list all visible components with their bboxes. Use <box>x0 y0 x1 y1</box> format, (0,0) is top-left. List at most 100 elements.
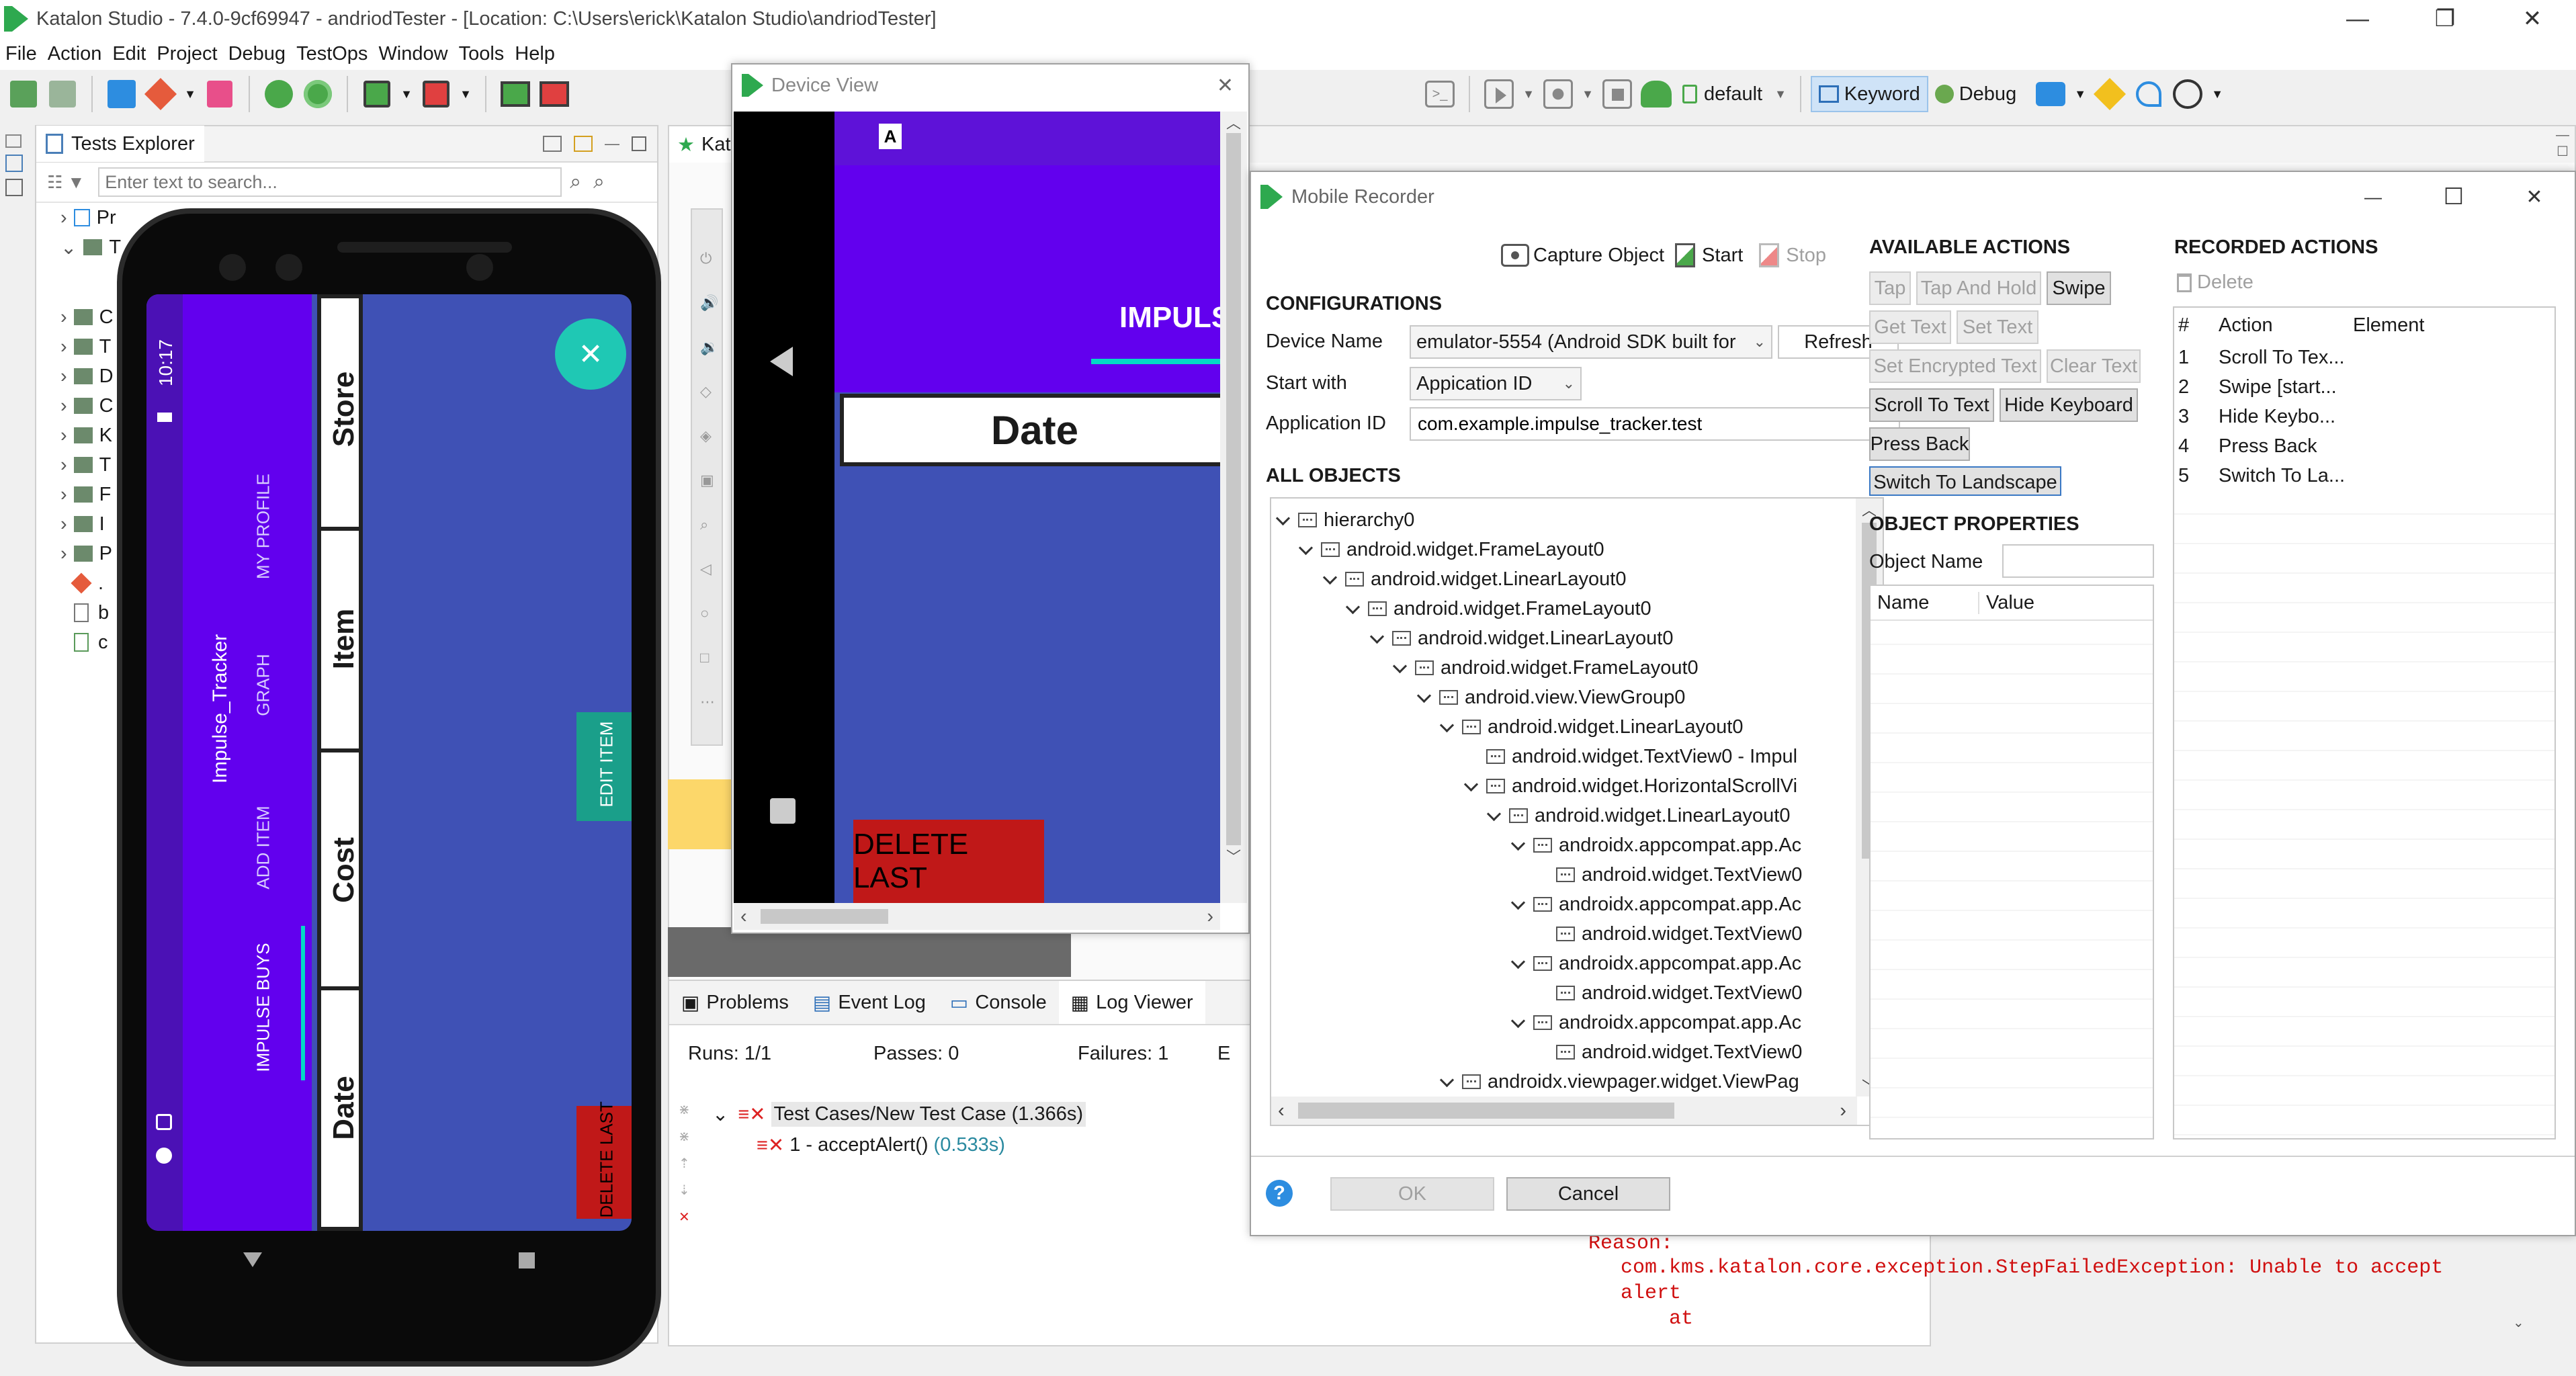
restore-view-icon[interactable] <box>5 134 22 148</box>
tree-item[interactable]: b <box>60 598 114 628</box>
edit-item-button[interactable]: EDIT ITEM <box>576 712 632 821</box>
dropdown-arrow-icon[interactable]: ▼ <box>1518 75 1539 114</box>
error-scrollbar[interactable]: ⌄ <box>2513 1236 2529 1344</box>
delete-action-button[interactable]: Delete <box>2177 271 2253 294</box>
cancel-button[interactable]: Cancel <box>1506 1177 1670 1211</box>
tree-item[interactable]: › T <box>60 332 114 361</box>
close-icon[interactable]: ✕ <box>1217 74 1234 97</box>
back-nav-icon[interactable] <box>243 1252 262 1267</box>
dropdown-arrow-icon[interactable]: ▼ <box>396 75 417 114</box>
debug-run-icon[interactable] <box>1539 75 1578 114</box>
outline-view-icon[interactable] <box>5 179 23 196</box>
menu-action[interactable]: Action <box>48 43 102 65</box>
tree-node[interactable]: android.widget.FrameLayout0 <box>1345 594 1651 624</box>
start-button[interactable]: Start <box>1675 243 1743 267</box>
maximize-button[interactable]: ☐ <box>2413 177 2494 217</box>
upload-icon[interactable] <box>1637 75 1676 114</box>
table-row[interactable]: 2 Swipe [start... <box>2174 372 2554 402</box>
dropdown-arrow-icon[interactable]: ▼ <box>180 75 200 114</box>
desktop-record-icon[interactable] <box>535 75 574 114</box>
menu-help[interactable]: Help <box>515 43 555 65</box>
tree-horizontal-scrollbar[interactable]: ‹ › <box>1271 1096 1857 1125</box>
explorer-search-input[interactable] <box>98 167 562 197</box>
tree-item[interactable]: › C <box>60 302 114 332</box>
tree-node[interactable]: androidx.viewpager.widget.ViewPag <box>1439 1067 1799 1096</box>
delete-last-button[interactable]: DELETE LAST <box>576 1101 632 1219</box>
close-button[interactable]: ✕ <box>2489 0 2576 39</box>
tab-console[interactable]: ▭ Console <box>938 981 1059 1024</box>
tab-problems[interactable]: ▣ Problems <box>669 981 801 1024</box>
web-spy-icon[interactable] <box>259 75 298 114</box>
tree-item[interactable]: › I <box>60 509 114 539</box>
minimize-button[interactable]: — <box>2333 177 2413 217</box>
tree-item[interactable]: › T <box>60 450 114 480</box>
scroll-to-text-button[interactable]: Scroll To Text <box>1869 388 1994 422</box>
tab-event-log[interactable]: ▤ Event Log <box>801 981 938 1024</box>
help-icon[interactable]: ? <box>1266 1180 1293 1207</box>
minimize-view-icon[interactable]: — <box>605 135 619 153</box>
tree-node[interactable]: android.widget.TextView0 <box>1556 919 1802 949</box>
tab-log-viewer[interactable]: ▦ Log Viewer <box>1058 981 1205 1024</box>
tests-explorer-tab[interactable]: Tests Explorer <box>36 126 204 162</box>
tree-item[interactable]: › K <box>60 421 114 450</box>
tree-node[interactable]: android.widget.FrameLayout0 <box>1298 535 1604 564</box>
diamond-icon[interactable] <box>2090 75 2129 114</box>
menu-graph[interactable]: GRAPH <box>253 618 274 752</box>
tree-node[interactable]: android.widget.LinearLayout0 <box>1322 564 1627 594</box>
tree-node[interactable]: android.widget.LinearLayout0 <box>1439 712 1744 742</box>
tree-node[interactable]: androidx.appcompat.app.Ac <box>1510 830 1801 860</box>
menu-debug[interactable]: Debug <box>228 43 286 65</box>
tree-item[interactable]: › P <box>60 539 114 568</box>
dropdown-arrow-icon[interactable]: ▼ <box>2070 75 2090 114</box>
tree-node[interactable]: androidx.appcompat.app.Ac <box>1510 949 1801 978</box>
get-text-button[interactable]: Get Text <box>1869 310 1951 344</box>
mobile-record-icon[interactable] <box>417 75 456 114</box>
tree-node[interactable]: android.widget.TextView0 <box>1556 978 1802 1008</box>
menu-window[interactable]: Window <box>378 43 447 65</box>
object-name-input[interactable] <box>2002 544 2154 578</box>
dropdown-arrow-icon[interactable]: ▼ <box>2207 75 2227 114</box>
explorer-view-icon[interactable] <box>5 155 23 172</box>
menu-tools[interactable]: Tools <box>459 43 505 65</box>
tap-button[interactable]: Tap <box>1869 271 1911 305</box>
tree-node[interactable]: android.widget.TextView0 <box>1556 1037 1802 1067</box>
git-icon[interactable] <box>141 75 180 114</box>
menu-edit[interactable]: Edit <box>112 43 146 65</box>
tree-item[interactable]: c <box>60 628 114 657</box>
tree-node[interactable]: android.widget.LinearLayout0 <box>1486 801 1791 830</box>
tree-item[interactable]: › D <box>60 361 114 391</box>
keyword-perspective-button[interactable]: Keyword <box>1810 76 1928 112</box>
test-step-result[interactable]: ≡✕ 1 - acceptAlert() (0.533s) <box>757 1130 1005 1160</box>
table-row[interactable]: 4 Press Back <box>2174 431 2554 461</box>
katalon-store-icon[interactable] <box>200 75 239 114</box>
restore-button[interactable]: ❐ <box>2401 0 2489 39</box>
table-row[interactable]: 5 Switch To La... <box>2174 461 2554 490</box>
test-case-result[interactable]: ⌄ ≡✕ Test Cases/New Test Case (1.366s) <box>712 1099 1086 1129</box>
device-horizontal-scrollbar[interactable]: ‹ › <box>734 903 1220 930</box>
tree-node[interactable]: androidx.appcompat.app.Ac <box>1510 1008 1801 1037</box>
tree-item[interactable]: › F <box>60 480 114 509</box>
fab-button[interactable]: ✕ <box>555 318 626 390</box>
mobile-spy-icon[interactable] <box>357 75 396 114</box>
device-name-select[interactable]: emulator-5554 (Android SDK built for ⌄ <box>1410 325 1772 359</box>
minimize-button[interactable]: — <box>2314 0 2401 39</box>
menu-project[interactable]: Project <box>157 43 217 65</box>
save-all-icon[interactable] <box>43 75 82 114</box>
switch-to-landscape-button[interactable]: Switch To Landscape <box>1869 466 2061 496</box>
capture-object-button[interactable]: Capture Object <box>1501 244 1664 267</box>
table-row[interactable]: 1 Scroll To Tex... <box>2174 343 2554 372</box>
set-text-button[interactable]: Set Text <box>1957 310 2038 344</box>
back-nav-icon[interactable] <box>770 347 793 376</box>
save-icon[interactable] <box>4 75 43 114</box>
profile-selector[interactable]: default ▼ <box>1682 75 1787 113</box>
menu-impulse-buys[interactable]: IMPULSE BUYS <box>253 934 274 1082</box>
tree-item[interactable]: . <box>60 568 114 598</box>
terminal-icon[interactable]: >_ <box>1420 75 1459 114</box>
stop-icon[interactable] <box>1598 75 1637 114</box>
dropdown-arrow-icon[interactable]: ▼ <box>1578 75 1598 114</box>
link-editor-icon[interactable] <box>574 136 593 152</box>
menu-my-profile[interactable]: MY PROFILE <box>253 460 274 594</box>
device-vertical-scrollbar[interactable]: ︿ ﹀ <box>1220 112 1247 903</box>
run-icon[interactable] <box>1479 75 1518 114</box>
tree-node[interactable]: android.widget.TextView0 <box>1556 860 1802 890</box>
